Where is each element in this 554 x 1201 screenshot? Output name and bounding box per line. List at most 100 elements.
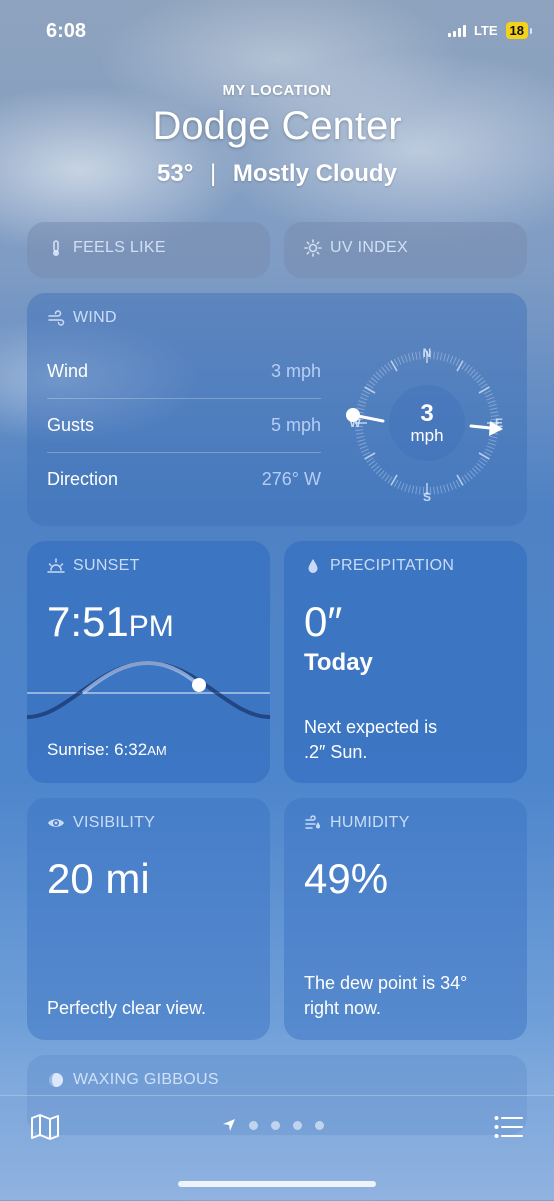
compass-tick [376, 372, 382, 378]
compass-tick [487, 397, 494, 400]
page-indicator[interactable] [222, 1118, 324, 1132]
visibility-card[interactable]: VISIBILITY 20 mi Perfectly clear view. [27, 798, 270, 1040]
location-arrow-icon [222, 1118, 236, 1132]
humidity-note-line2: right now. [304, 996, 381, 1021]
sunrise-text: Sunrise: 6:32AM [47, 737, 167, 763]
signal-icon [448, 25, 466, 37]
compass-tick [479, 461, 485, 466]
compass-tick [382, 473, 387, 479]
compass-tick [357, 408, 365, 410]
compass-tick [360, 397, 367, 400]
humidity-title: HUMIDITY [330, 814, 410, 832]
compass-tick [481, 458, 488, 462]
compass-tick [450, 356, 453, 363]
compass-tick [434, 351, 435, 359]
compass-tick [405, 355, 407, 363]
current-conditions: 53° | Mostly Cloudy [0, 160, 554, 188]
compass-tick [456, 359, 460, 366]
compass-tick [416, 352, 417, 360]
compass-tick [363, 452, 370, 456]
humidity-icon [304, 814, 322, 832]
compass-north: N [423, 346, 432, 360]
compass-tick [369, 381, 375, 386]
compass-unit: mph [410, 426, 443, 445]
compass-tick [444, 353, 446, 361]
compass-tick [373, 375, 379, 380]
compass-tick [412, 486, 414, 494]
compass-tick [357, 404, 365, 406]
wind-card[interactable]: WIND Wind 3 mph Gusts 5 mph Direction 27… [27, 293, 527, 526]
compass-tick [456, 480, 460, 487]
compass-tick [470, 369, 475, 375]
eye-icon [47, 814, 65, 832]
sun-path-graph [27, 651, 270, 731]
sun-icon [304, 239, 322, 257]
compass-tick [361, 394, 368, 397]
compass-tick [412, 353, 414, 361]
compass-tick [472, 468, 478, 474]
compass-tick [485, 449, 492, 452]
compass-tick [373, 466, 379, 471]
precipitation-note-line1: Next expected is [304, 715, 437, 740]
wind-label: Wind [47, 361, 88, 382]
moon-phase-title: WAXING GIBBOUS [73, 1071, 219, 1089]
sunset-card[interactable]: SUNSET 7:51PM Sunrise: 6:32AM [27, 541, 270, 783]
sunrise-ampm: AM [147, 743, 167, 758]
wind-value: 3 mph [271, 361, 321, 382]
map-icon[interactable] [30, 1114, 60, 1140]
compass-tick [379, 471, 384, 477]
compass-tick [477, 378, 483, 383]
compass-tick [444, 485, 446, 493]
moon-icon [47, 1071, 65, 1089]
city-name: Dodge Center [0, 104, 554, 149]
compass-tick [401, 483, 404, 490]
uv-index-card[interactable]: UV INDEX [284, 222, 527, 278]
home-indicator[interactable] [178, 1181, 376, 1187]
compass-south: S [423, 490, 431, 504]
compass-tick [467, 367, 472, 373]
status-time: 6:08 [46, 20, 86, 43]
compass-speed: 3 [420, 400, 433, 427]
compass-tick [488, 401, 496, 403]
compass-tick [437, 352, 438, 360]
compass-tick [405, 484, 407, 492]
feels-like-card[interactable]: FEELS LIKE [27, 222, 270, 278]
compass-tick [367, 384, 374, 388]
compass-tick [360, 446, 367, 449]
compass-tick [388, 477, 392, 484]
condition-text: Mostly Cloudy [233, 160, 397, 187]
page-dot [271, 1121, 280, 1130]
gusts-label: Gusts [47, 415, 94, 436]
compass-tick [367, 458, 374, 462]
precipitation-card[interactable]: PRECIPITATION 0″ Today Next expected is … [284, 541, 527, 783]
compass-tick [398, 357, 401, 364]
compass-tick [359, 443, 367, 445]
wind-title: WIND [73, 309, 117, 327]
compass-tick [371, 463, 377, 468]
wind-compass: N S E W 3 mph [345, 341, 509, 505]
bottom-toolbar [0, 1095, 554, 1201]
visibility-value: 20 mi [47, 855, 150, 903]
compass-tick [408, 485, 410, 493]
compass-tick [467, 473, 472, 479]
compass-tick [379, 369, 384, 375]
list-icon[interactable] [494, 1115, 524, 1139]
compass-tick [419, 487, 420, 495]
compass-tick [487, 446, 494, 449]
humidity-card[interactable]: HUMIDITY 49% The dew point is 34° right … [284, 798, 527, 1040]
compass-tick [369, 461, 375, 466]
compass-tick [394, 359, 398, 366]
compass-tick [408, 353, 410, 361]
compass-tick [363, 390, 370, 394]
uv-index-title: UV INDEX [330, 239, 408, 257]
compass-tick [462, 363, 466, 370]
compass-tick [481, 384, 488, 388]
compass-tick [447, 484, 449, 492]
compass-tick [475, 466, 481, 471]
sunset-time: 7:51PM [47, 598, 174, 646]
compass-tick [477, 463, 483, 468]
compass-tick [434, 487, 435, 495]
page-dot [315, 1121, 324, 1130]
compass-tick [385, 365, 390, 371]
compass-tick [361, 449, 368, 452]
